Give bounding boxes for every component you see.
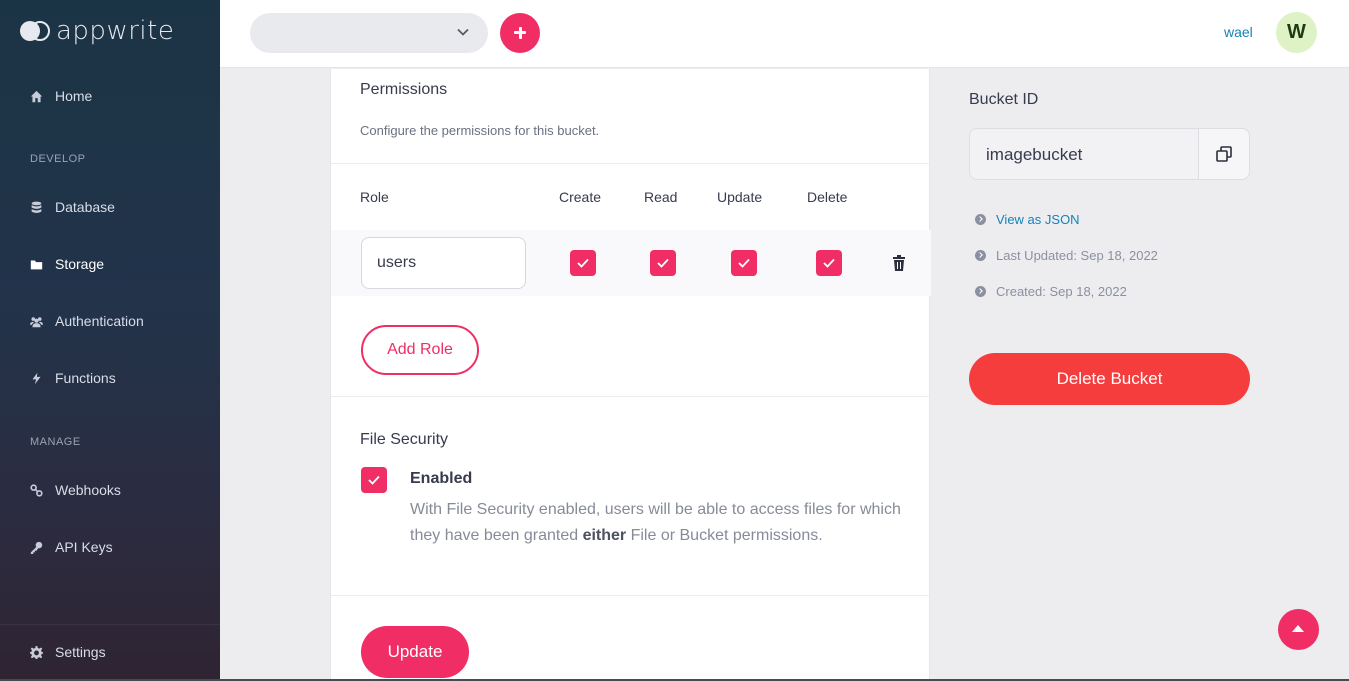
- column-header-role: Role: [360, 189, 389, 205]
- check-icon: [823, 258, 835, 268]
- file-security-checkbox[interactable]: [361, 467, 387, 493]
- sidebar-item-functions[interactable]: Functions: [30, 370, 116, 386]
- chevron-circle-icon: [975, 286, 986, 297]
- chevron-down-icon: [457, 28, 469, 36]
- bucket-id-field: imagebucket: [969, 128, 1250, 180]
- database-icon: [31, 201, 42, 213]
- check-icon: [577, 258, 589, 268]
- sidebar-divider: [0, 624, 220, 625]
- section-manage: MANAGE: [30, 436, 81, 448]
- user-name-link[interactable]: wael: [1224, 24, 1253, 40]
- divider: [331, 396, 931, 397]
- file-security-description: With File Security enabled, users will b…: [410, 501, 901, 544]
- check-icon: [738, 258, 750, 268]
- copy-button[interactable]: [1198, 129, 1249, 179]
- permissions-title: Permissions: [360, 81, 448, 98]
- users-icon: [30, 316, 43, 327]
- sidebar-item-label: Database: [55, 199, 115, 215]
- sidebar-item-webhooks[interactable]: Webhooks: [30, 482, 121, 498]
- delete-checkbox[interactable]: [816, 250, 842, 276]
- bucket-id-label: Bucket ID: [969, 91, 1039, 108]
- update-checkbox[interactable]: [731, 250, 757, 276]
- scroll-to-top-button[interactable]: [1278, 609, 1319, 650]
- link-icon: [30, 483, 43, 497]
- check-icon: [368, 475, 380, 485]
- column-header-update: Update: [717, 189, 763, 205]
- view-as-json-link[interactable]: View as JSON: [975, 212, 1080, 227]
- chevron-circle-icon: [975, 214, 986, 225]
- sidebar-item-label: API Keys: [55, 539, 113, 555]
- logo-text: appwrite: [56, 16, 175, 46]
- appwrite-logo[interactable]: appwrite: [20, 16, 174, 46]
- sidebar-item-label: Authentication: [55, 313, 144, 329]
- delete-bucket-button[interactable]: Delete Bucket: [969, 353, 1250, 405]
- permissions-subtitle: Configure the permissions for this bucke…: [360, 123, 600, 138]
- bolt-icon: [32, 372, 41, 384]
- section-develop: DEVELOP: [30, 153, 86, 165]
- column-header-delete: Delete: [807, 189, 848, 205]
- update-button[interactable]: Update: [361, 626, 469, 678]
- home-icon: [30, 90, 43, 102]
- sidebar-item-label: Settings: [55, 644, 106, 660]
- file-security-enabled-label: Enabled: [410, 470, 473, 487]
- add-role-button[interactable]: Add Role: [361, 325, 479, 375]
- add-project-button[interactable]: [500, 13, 540, 53]
- sidebar-item-label: Storage: [55, 256, 105, 272]
- column-header-read: Read: [644, 189, 678, 205]
- folder-icon: [30, 259, 43, 269]
- role-input[interactable]: [361, 237, 526, 289]
- check-icon: [657, 258, 669, 268]
- bucket-settings-card: Permissions Configure the permissions fo…: [330, 69, 931, 681]
- chevron-circle-icon: [975, 250, 986, 261]
- sidebar-item-storage[interactable]: Storage: [30, 256, 104, 272]
- sidebar-item-label: Home: [55, 88, 93, 104]
- sidebar-item-database[interactable]: Database: [30, 199, 115, 215]
- gear-icon: [30, 645, 43, 659]
- key-icon: [30, 541, 43, 554]
- sidebar-item-home[interactable]: Home: [30, 88, 92, 104]
- top-header: wael W: [220, 0, 1349, 68]
- copy-icon: [1216, 146, 1232, 162]
- project-select[interactable]: [250, 13, 488, 53]
- divider: [331, 595, 931, 596]
- sidebar-item-settings[interactable]: Settings: [30, 644, 106, 660]
- last-updated: Last Updated: Sep 18, 2022: [975, 248, 1158, 263]
- divider: [331, 163, 931, 164]
- avatar[interactable]: W: [1276, 12, 1317, 53]
- column-header-create: Create: [559, 189, 602, 205]
- file-security-title: File Security: [360, 431, 449, 448]
- sidebar-item-label: Functions: [55, 370, 116, 386]
- trash-icon[interactable]: [892, 255, 906, 271]
- bucket-id-value: imagebucket: [986, 145, 1083, 164]
- sidebar-item-authentication[interactable]: Authentication: [30, 313, 144, 329]
- create-checkbox[interactable]: [570, 250, 596, 276]
- sidebar-item-label: Webhooks: [55, 482, 121, 498]
- read-checkbox[interactable]: [650, 250, 676, 276]
- logo-icon: [20, 21, 50, 41]
- created-date: Created: Sep 18, 2022: [975, 284, 1127, 299]
- sidebar-item-api-keys[interactable]: API Keys: [30, 539, 113, 555]
- arrow-up-icon: [1292, 625, 1304, 632]
- sidebar: appwrite Home DEVELOP Database Storage A…: [0, 0, 220, 681]
